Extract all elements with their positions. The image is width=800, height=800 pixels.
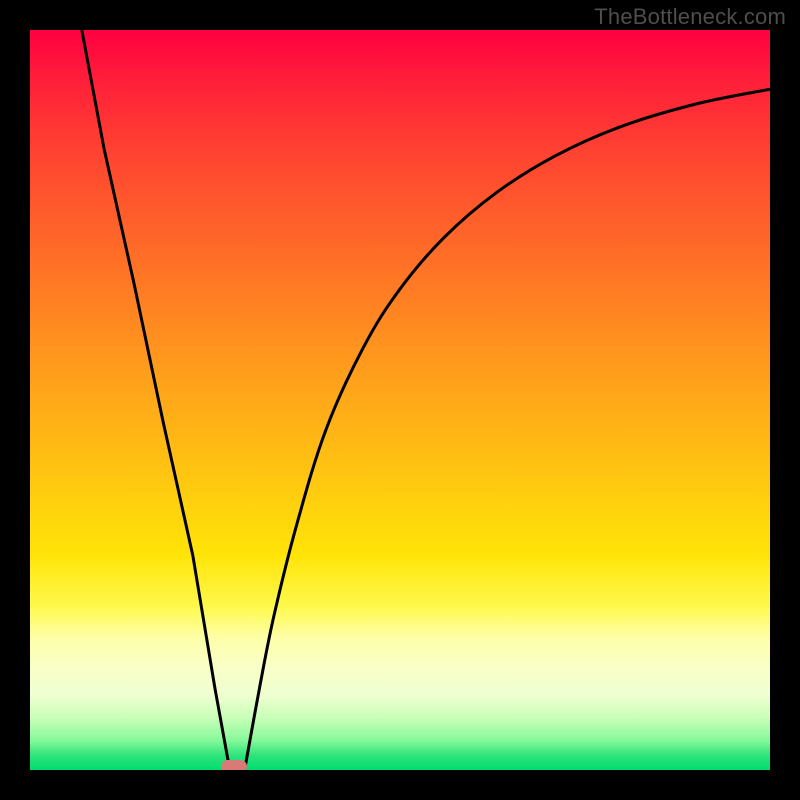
curve-left-branch [82,30,230,770]
bottleneck-curve [30,30,770,770]
watermark-text: TheBottleneck.com [594,4,786,30]
chart-frame: TheBottleneck.com [0,0,800,800]
curve-right-branch [245,89,770,770]
optimal-point-marker [221,760,247,770]
plot-area [30,30,770,770]
